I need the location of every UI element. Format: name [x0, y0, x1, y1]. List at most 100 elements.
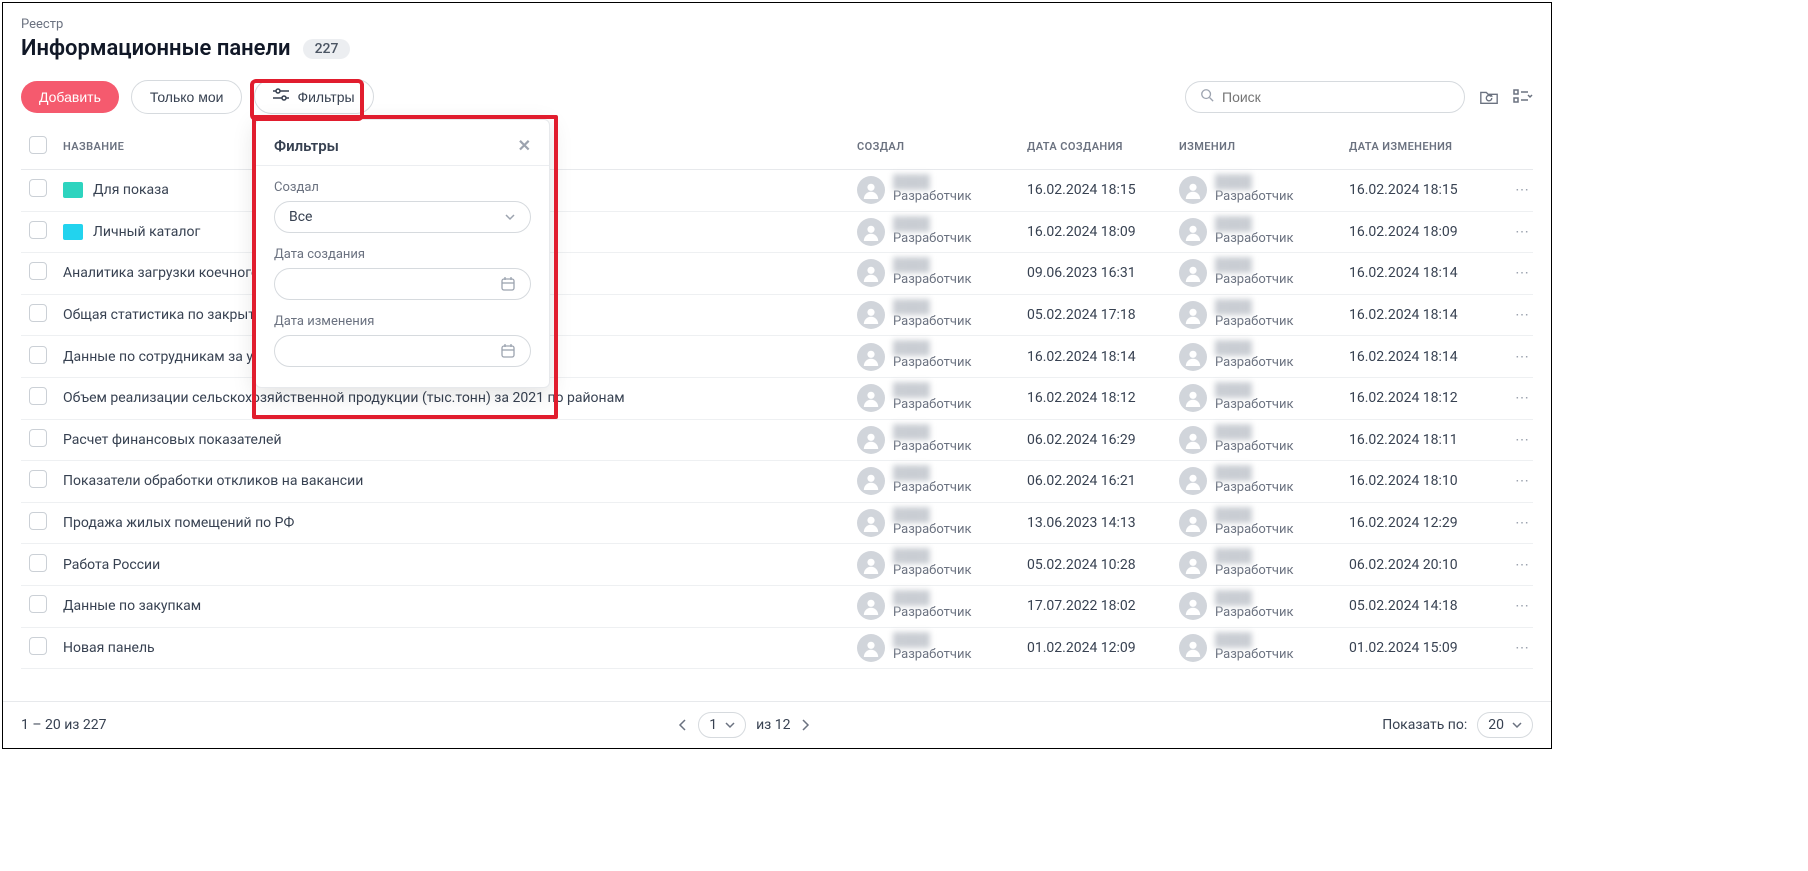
filter-changed-at-input[interactable] — [274, 335, 531, 367]
col-created-at[interactable]: ДАТА СОЗДАНИЯ — [1019, 126, 1171, 170]
row-created-by-role: Разработчик — [893, 314, 972, 330]
footer-range: 1 – 20 из 227 — [21, 717, 106, 733]
row-checkbox[interactable] — [29, 429, 47, 447]
row-created-at: 05.02.2024 17:18 — [1019, 294, 1171, 336]
row-menu-button[interactable]: ⋯ — [1493, 170, 1533, 212]
row-changed-by-name: ████ — [1215, 426, 1294, 439]
row-created-at: 16.02.2024 18:15 — [1019, 170, 1171, 212]
row-checkbox[interactable] — [29, 221, 47, 239]
search-input-wrapper[interactable] — [1185, 81, 1465, 113]
table-row[interactable]: Данные по закупкам████Разработчик17.07.2… — [21, 585, 1533, 627]
row-checkbox[interactable] — [29, 387, 47, 405]
row-menu-button[interactable]: ⋯ — [1493, 502, 1533, 544]
col-changed-at[interactable]: ДАТА ИЗМЕНЕНИЯ — [1341, 126, 1493, 170]
table-row[interactable]: Работа России████Разработчик05.02.2024 1… — [21, 544, 1533, 586]
only-mine-button[interactable]: Только мои — [131, 80, 243, 114]
row-checkbox[interactable] — [29, 512, 47, 530]
table-row[interactable]: Показатели обработки откликов на ваканси… — [21, 461, 1533, 503]
chevron-down-icon — [504, 212, 516, 222]
row-created-by-name: ████ — [893, 176, 972, 189]
table-row[interactable]: Аналитика загрузки коечного фонда████Раз… — [21, 253, 1533, 295]
row-changed-by-name: ████ — [1215, 634, 1294, 647]
row-changed-at: 16.02.2024 18:14 — [1341, 253, 1493, 295]
page-size-select[interactable]: 20 — [1477, 712, 1533, 738]
filters-button[interactable]: Фильтры — [254, 79, 373, 114]
row-created-at: 13.06.2023 14:13 — [1019, 502, 1171, 544]
row-menu-button[interactable]: ⋯ — [1493, 253, 1533, 295]
filter-created-at-input[interactable] — [274, 268, 531, 300]
table-row[interactable]: Для показа████Разработчик16.02.2024 18:1… — [21, 170, 1533, 212]
row-created-by-name: ████ — [893, 342, 972, 355]
row-checkbox[interactable] — [29, 637, 47, 655]
row-changed-by-name: ████ — [1215, 259, 1294, 272]
filter-created-by-value: Все — [289, 209, 312, 225]
row-created-at: 06.02.2024 16:21 — [1019, 461, 1171, 503]
avatar — [1179, 634, 1207, 662]
row-checkbox[interactable] — [29, 346, 47, 364]
row-created-by-role: Разработчик — [893, 272, 972, 288]
col-changed-by[interactable]: ИЗМЕНИЛ — [1171, 126, 1341, 170]
row-menu-button[interactable]: ⋯ — [1493, 377, 1533, 419]
row-menu-button[interactable]: ⋯ — [1493, 544, 1533, 586]
row-checkbox[interactable] — [29, 304, 47, 322]
row-menu-button[interactable]: ⋯ — [1493, 585, 1533, 627]
row-menu-button[interactable]: ⋯ — [1493, 461, 1533, 503]
row-checkbox[interactable] — [29, 262, 47, 280]
row-changed-by-name: ████ — [1215, 301, 1294, 314]
row-created-at: 16.02.2024 18:12 — [1019, 377, 1171, 419]
next-page-button[interactable] — [800, 719, 810, 731]
table-row[interactable]: Продажа жилых помещений по РФ████Разрабо… — [21, 502, 1533, 544]
row-changed-by-role: Разработчик — [1215, 439, 1294, 455]
col-created-by[interactable]: СОЗДАЛ — [849, 126, 1019, 170]
page-total: из 12 — [756, 717, 790, 733]
row-checkbox[interactable] — [29, 470, 47, 488]
row-created-by-role: Разработчик — [893, 189, 972, 205]
row-changed-by-role: Разработчик — [1215, 355, 1294, 371]
row-changed-at: 16.02.2024 12:29 — [1341, 502, 1493, 544]
row-changed-by-name: ████ — [1215, 342, 1294, 355]
row-created-by-name: ████ — [893, 259, 972, 272]
filter-created-by-select[interactable]: Все — [274, 201, 531, 233]
filters-button-label: Фильтры — [297, 89, 354, 105]
row-menu-button[interactable]: ⋯ — [1493, 336, 1533, 378]
row-menu-button[interactable]: ⋯ — [1493, 294, 1533, 336]
row-menu-button[interactable]: ⋯ — [1493, 211, 1533, 253]
table-row[interactable]: Объем реализации сельскохозяйственной пр… — [21, 377, 1533, 419]
row-changed-by-role: Разработчик — [1215, 522, 1294, 538]
view-options-icon[interactable] — [1513, 89, 1533, 105]
add-button[interactable]: Добавить — [21, 81, 119, 113]
page-select[interactable]: 1 — [698, 712, 746, 738]
row-checkbox[interactable] — [29, 554, 47, 572]
folder-refresh-icon[interactable] — [1479, 88, 1499, 106]
row-menu-button[interactable]: ⋯ — [1493, 419, 1533, 461]
table-row[interactable]: Новая панель████Разработчик01.02.2024 12… — [21, 627, 1533, 669]
row-created-at: 16.02.2024 18:14 — [1019, 336, 1171, 378]
table-row[interactable]: Данные по сотрудникам за указанный перио… — [21, 336, 1533, 378]
avatar — [1179, 176, 1207, 204]
row-changed-by-name: ████ — [1215, 592, 1294, 605]
filter-created-at-label: Дата создания — [274, 247, 531, 262]
search-input[interactable] — [1222, 89, 1450, 105]
select-all-checkbox[interactable] — [29, 136, 47, 154]
breadcrumb[interactable]: Реестр — [21, 17, 1533, 32]
table-row[interactable]: Общая статистика по закрытым вакансиям██… — [21, 294, 1533, 336]
close-icon[interactable]: ✕ — [518, 136, 531, 155]
table-row[interactable]: Расчет финансовых показателей████Разрабо… — [21, 419, 1533, 461]
row-checkbox[interactable] — [29, 595, 47, 613]
row-menu-button[interactable]: ⋯ — [1493, 627, 1533, 669]
row-changed-at: 05.02.2024 14:18 — [1341, 585, 1493, 627]
row-changed-by-role: Разработчик — [1215, 480, 1294, 496]
row-created-at: 05.02.2024 10:28 — [1019, 544, 1171, 586]
row-created-by-role: Разработчик — [893, 355, 972, 371]
prev-page-button[interactable] — [678, 719, 688, 731]
row-changed-by-name: ████ — [1215, 218, 1294, 231]
row-created-by-role: Разработчик — [893, 397, 972, 413]
row-checkbox[interactable] — [29, 179, 47, 197]
row-name: Объем реализации сельскохозяйственной пр… — [63, 390, 625, 406]
avatar — [1179, 426, 1207, 454]
row-changed-by-name: ████ — [1215, 550, 1294, 563]
table-row[interactable]: Личный каталог████Разработчик16.02.2024 … — [21, 211, 1533, 253]
row-changed-at: 16.02.2024 18:14 — [1341, 336, 1493, 378]
avatar — [1179, 509, 1207, 537]
row-created-at: 16.02.2024 18:09 — [1019, 211, 1171, 253]
